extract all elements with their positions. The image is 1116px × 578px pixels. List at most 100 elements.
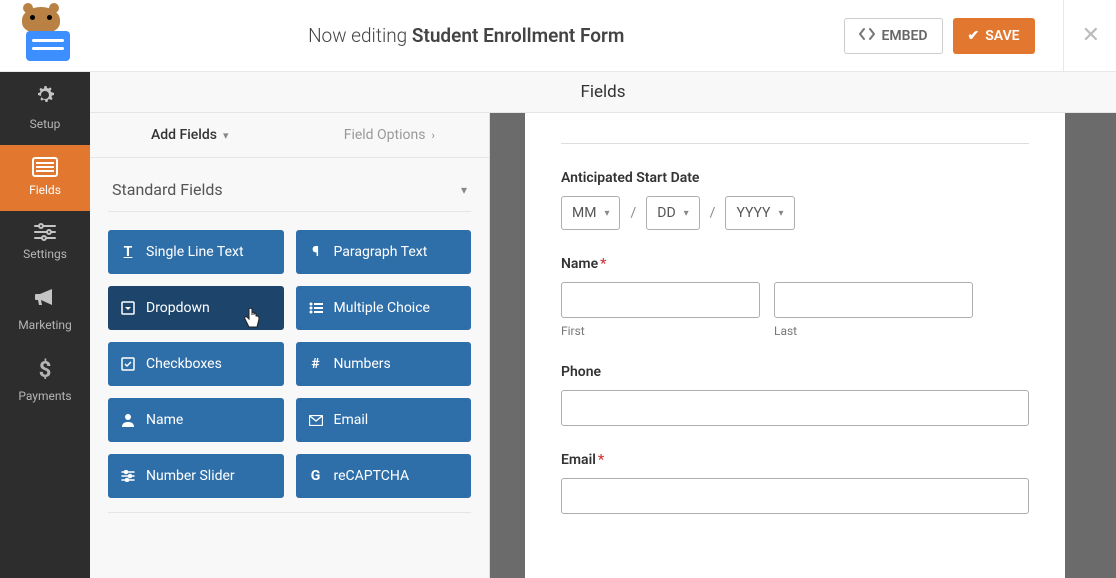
date-separator: / bbox=[710, 205, 716, 221]
field-dropdown[interactable]: Dropdown bbox=[108, 286, 284, 330]
caret-square-icon bbox=[120, 301, 136, 315]
editing-title: Now editing Student Enrollment Form bbox=[88, 24, 844, 47]
day-value: DD bbox=[657, 205, 675, 221]
sidebar-item-settings[interactable]: Settings bbox=[0, 211, 90, 275]
save-label: SAVE bbox=[985, 28, 1019, 44]
field-label: Single Line Text bbox=[146, 244, 244, 260]
phone-label: Phone bbox=[561, 364, 1029, 380]
form-preview[interactable]: Anticipated Start Date MM ▾ / DD ▾ bbox=[525, 113, 1065, 578]
gear-icon bbox=[4, 84, 86, 111]
date-separator: / bbox=[630, 205, 636, 221]
tab-add-fields-label: Add Fields bbox=[151, 127, 217, 143]
close-button[interactable]: ✕ bbox=[1063, 0, 1100, 72]
code-icon bbox=[859, 27, 875, 45]
sidebar-label-payments: Payments bbox=[18, 389, 71, 403]
field-numbers[interactable]: # Numbers bbox=[296, 342, 472, 386]
sidebar: Setup Fields Settings Marketing $ Paymen… bbox=[0, 72, 90, 578]
chevron-down-icon: ▾ bbox=[778, 208, 783, 219]
check-icon: ✔ bbox=[968, 28, 980, 44]
field-checkboxes[interactable]: Checkboxes bbox=[108, 342, 284, 386]
panel-tabs: Add Fields ▾ Field Options › bbox=[90, 113, 489, 158]
chevron-down-icon: ▾ bbox=[684, 208, 689, 219]
field-label: Email bbox=[334, 412, 369, 428]
sidebar-item-setup[interactable]: Setup bbox=[0, 72, 90, 145]
field-email[interactable]: Email bbox=[296, 398, 472, 442]
builder-panel: Add Fields ▾ Field Options › Standard Fi… bbox=[90, 113, 490, 578]
form-name: Student Enrollment Form bbox=[412, 24, 625, 47]
tab-field-options-label: Field Options bbox=[344, 127, 426, 143]
embed-label: EMBED bbox=[881, 28, 927, 44]
first-sublabel: First bbox=[561, 324, 760, 338]
field-multiple-choice[interactable]: Multiple Choice bbox=[296, 286, 472, 330]
save-button[interactable]: ✔ SAVE bbox=[953, 18, 1035, 54]
sliders-h-icon bbox=[120, 470, 136, 482]
bullhorn-icon bbox=[4, 287, 86, 312]
list-icon bbox=[4, 157, 86, 177]
topbar-actions: EMBED ✔ SAVE ✕ bbox=[844, 0, 1100, 72]
chevron-down-icon: ▾ bbox=[223, 129, 229, 142]
fields-scroll[interactable]: Standard Fields ▾ T Single Line Text ¶ P… bbox=[90, 158, 489, 578]
start-date-label: Anticipated Start Date bbox=[561, 170, 1029, 186]
email-label: Email* bbox=[561, 452, 1029, 468]
paragraph-icon: ¶ bbox=[308, 244, 324, 260]
field-name[interactable]: Name bbox=[108, 398, 284, 442]
tab-field-options[interactable]: Field Options › bbox=[290, 113, 490, 157]
check-square-icon bbox=[120, 357, 136, 371]
month-value: MM bbox=[572, 205, 596, 221]
first-name-input[interactable] bbox=[561, 282, 760, 318]
required-mark: * bbox=[600, 256, 606, 272]
field-label: reCAPTCHA bbox=[334, 468, 410, 484]
app-logo[interactable] bbox=[16, 11, 76, 61]
field-label: Number Slider bbox=[146, 468, 235, 484]
field-label: Paragraph Text bbox=[334, 244, 428, 260]
envelope-icon bbox=[308, 415, 324, 426]
phone-input[interactable] bbox=[561, 390, 1029, 426]
google-icon: G bbox=[308, 468, 324, 484]
field-label: Numbers bbox=[334, 356, 391, 372]
required-mark: * bbox=[598, 452, 604, 468]
sidebar-label-fields: Fields bbox=[29, 183, 61, 197]
field-recaptcha[interactable]: G reCAPTCHA bbox=[296, 454, 472, 498]
year-value: YYYY bbox=[736, 205, 770, 221]
field-paragraph-text[interactable]: ¶ Paragraph Text bbox=[296, 230, 472, 274]
sidebar-item-marketing[interactable]: Marketing bbox=[0, 275, 90, 346]
field-number-slider[interactable]: Number Slider bbox=[108, 454, 284, 498]
field-email-group[interactable]: Email* bbox=[561, 452, 1029, 514]
close-icon: ✕ bbox=[1082, 23, 1100, 48]
chevron-right-icon: › bbox=[431, 129, 434, 142]
last-name-input[interactable] bbox=[774, 282, 973, 318]
month-select[interactable]: MM ▾ bbox=[561, 196, 620, 230]
field-single-line-text[interactable]: T Single Line Text bbox=[108, 230, 284, 274]
field-grid: T Single Line Text ¶ Paragraph Text Drop… bbox=[108, 230, 471, 513]
text-icon: T bbox=[120, 244, 136, 260]
sidebar-item-fields[interactable]: Fields bbox=[0, 145, 90, 211]
year-select[interactable]: YYYY ▾ bbox=[725, 196, 794, 230]
field-phone-group[interactable]: Phone bbox=[561, 364, 1029, 426]
day-select[interactable]: DD ▾ bbox=[646, 196, 699, 230]
standard-fields-heading[interactable]: Standard Fields ▾ bbox=[108, 176, 471, 212]
field-name-group[interactable]: Name* First Last bbox=[561, 256, 1029, 338]
embed-button[interactable]: EMBED bbox=[844, 18, 942, 54]
user-icon bbox=[120, 413, 136, 427]
last-sublabel: Last bbox=[774, 324, 973, 338]
tab-add-fields[interactable]: Add Fields ▾ bbox=[90, 113, 290, 157]
topbar: Now editing Student Enrollment Form EMBE… bbox=[0, 0, 1116, 72]
panel-title: Fields bbox=[90, 72, 1116, 113]
editing-prefix: Now editing bbox=[308, 24, 412, 47]
divider bbox=[561, 143, 1029, 144]
sidebar-item-payments[interactable]: $ Payments bbox=[0, 346, 90, 417]
cursor-hand-icon bbox=[242, 307, 262, 336]
field-label: Name bbox=[146, 412, 183, 428]
field-start-date[interactable]: Anticipated Start Date MM ▾ / DD ▾ bbox=[561, 170, 1029, 230]
chevron-down-icon: ▾ bbox=[604, 208, 609, 219]
chevron-down-icon: ▾ bbox=[461, 183, 467, 197]
field-label: Checkboxes bbox=[146, 356, 222, 372]
preview-area: Anticipated Start Date MM ▾ / DD ▾ bbox=[490, 113, 1116, 578]
email-input[interactable] bbox=[561, 478, 1029, 514]
hash-icon: # bbox=[308, 356, 324, 372]
sidebar-label-marketing: Marketing bbox=[18, 318, 72, 332]
sliders-icon bbox=[4, 223, 86, 241]
field-label: Multiple Choice bbox=[334, 300, 430, 316]
list-ul-icon bbox=[308, 302, 324, 314]
standard-fields-label: Standard Fields bbox=[112, 180, 223, 199]
